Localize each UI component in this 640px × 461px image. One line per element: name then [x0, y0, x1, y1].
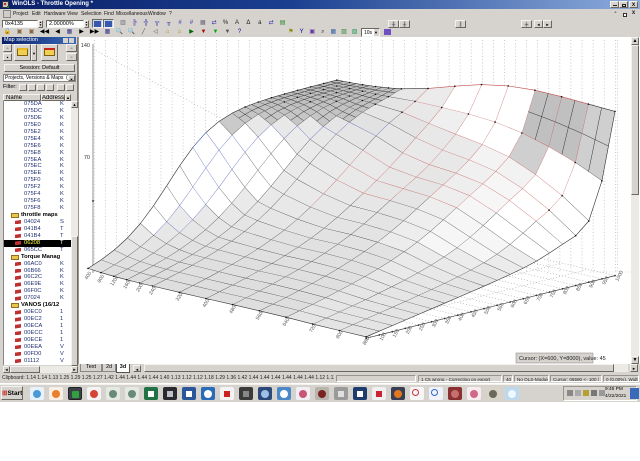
svg-text:1000: 1000: [614, 270, 625, 283]
svg-text:Cursor: (X=600, Y=8000), value: Cursor: (X=600, Y=8000), value: 45: [519, 356, 606, 362]
svg-text:400: 400: [84, 271, 94, 281]
svg-text:140: 140: [81, 43, 90, 49]
svg-text:800: 800: [97, 274, 107, 284]
svg-text:70: 70: [84, 155, 90, 161]
